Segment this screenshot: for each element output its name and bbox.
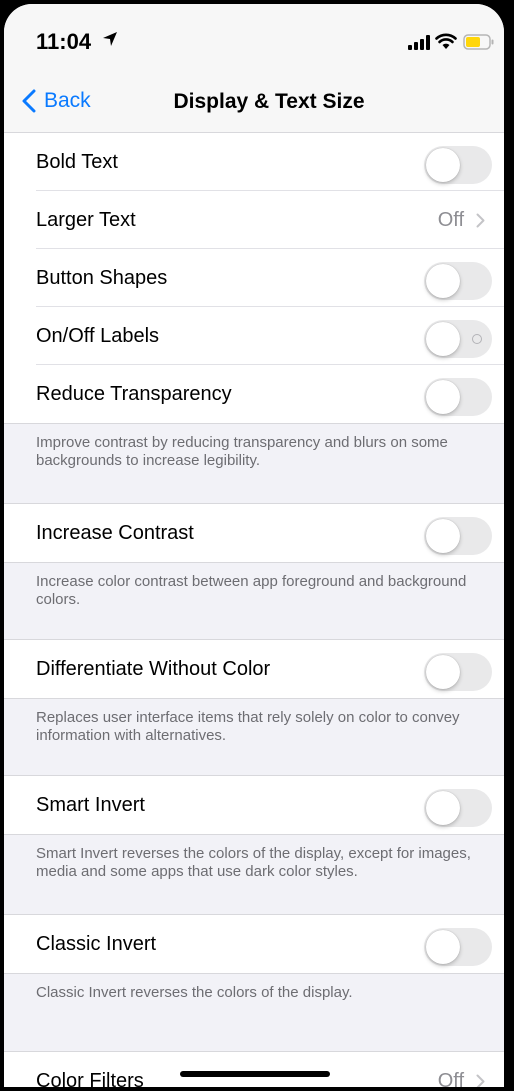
toggle-knob bbox=[426, 791, 460, 825]
onoff-labels-toggle[interactable] bbox=[424, 320, 492, 358]
wifi-icon bbox=[435, 33, 457, 49]
row-increase-contrast: Increase Contrast bbox=[4, 503, 504, 562]
row-label: On/Off Labels bbox=[36, 325, 160, 347]
status-time: 11:04 bbox=[36, 29, 92, 54]
page-title: Display & Text Size bbox=[173, 90, 365, 113]
smart-invert-footnote: Smart Invert reverses the colors of the … bbox=[4, 834, 504, 914]
classic-invert-toggle[interactable] bbox=[424, 928, 492, 966]
reduce-transparency-toggle[interactable] bbox=[424, 378, 492, 416]
increase-contrast-toggle[interactable] bbox=[424, 517, 492, 555]
toggle-knob bbox=[426, 380, 460, 414]
toggle-knob bbox=[426, 322, 460, 356]
toggle-knob bbox=[426, 930, 460, 964]
row-label: Smart Invert bbox=[36, 794, 145, 816]
smart-invert-toggle[interactable] bbox=[424, 789, 492, 827]
row-label: Classic Invert bbox=[36, 933, 157, 955]
row-color-filters[interactable]: Color Filters Off bbox=[4, 1051, 504, 1087]
off-label-ring-icon bbox=[472, 334, 482, 344]
row-classic-invert: Classic Invert bbox=[4, 914, 504, 973]
toggle-knob bbox=[426, 519, 460, 553]
settings-list: Bold Text Larger Text Off Button Shapes … bbox=[4, 133, 504, 1087]
home-indicator[interactable] bbox=[180, 1071, 330, 1077]
increase-contrast-footnote: Increase color contrast between app fore… bbox=[4, 562, 504, 639]
row-label: Increase Contrast bbox=[36, 522, 194, 544]
toggle-knob bbox=[426, 148, 460, 182]
chevron-right-icon bbox=[476, 213, 485, 228]
toggle-knob bbox=[426, 264, 460, 298]
larger-text-value: Off bbox=[437, 209, 464, 231]
color-filters-value: Off bbox=[437, 1070, 464, 1087]
row-label: Reduce Transparency bbox=[36, 383, 232, 405]
row-larger-text[interactable]: Larger Text Off bbox=[4, 191, 504, 249]
classic-invert-footnote: Classic Invert reverses the colors of th… bbox=[4, 973, 504, 1051]
row-smart-invert: Smart Invert bbox=[4, 775, 504, 834]
row-bold-text: Bold Text bbox=[4, 133, 504, 191]
phone-screen: 11:04 Back Display & Text Size Bold Text… bbox=[4, 4, 504, 1087]
row-onoff-labels: On/Off Labels bbox=[4, 307, 504, 365]
toggle-knob bbox=[426, 655, 460, 689]
chevron-right-icon bbox=[476, 1074, 485, 1087]
row-label: Button Shapes bbox=[36, 267, 168, 289]
row-label: Differentiate Without Color bbox=[36, 658, 271, 680]
differentiate-footnote: Replaces user interface items that rely … bbox=[4, 698, 504, 775]
reduce-transparency-footnote: Improve contrast by reducing transparenc… bbox=[4, 423, 504, 503]
row-label: Larger Text bbox=[36, 209, 136, 231]
row-label: Color Filters bbox=[36, 1070, 144, 1087]
row-differentiate-without-color: Differentiate Without Color bbox=[4, 639, 504, 698]
bold-text-toggle[interactable] bbox=[424, 146, 492, 184]
location-arrow-icon bbox=[103, 32, 117, 46]
battery-icon bbox=[463, 34, 494, 50]
navigation-bar: Back Display & Text Size bbox=[4, 76, 504, 133]
button-shapes-toggle[interactable] bbox=[424, 262, 492, 300]
signal-icon bbox=[408, 35, 430, 50]
status-bar: 11:04 bbox=[4, 4, 504, 76]
differentiate-toggle[interactable] bbox=[424, 653, 492, 691]
row-button-shapes: Button Shapes bbox=[4, 249, 504, 307]
row-reduce-transparency: Reduce Transparency bbox=[4, 365, 504, 423]
row-label: Bold Text bbox=[36, 151, 118, 173]
